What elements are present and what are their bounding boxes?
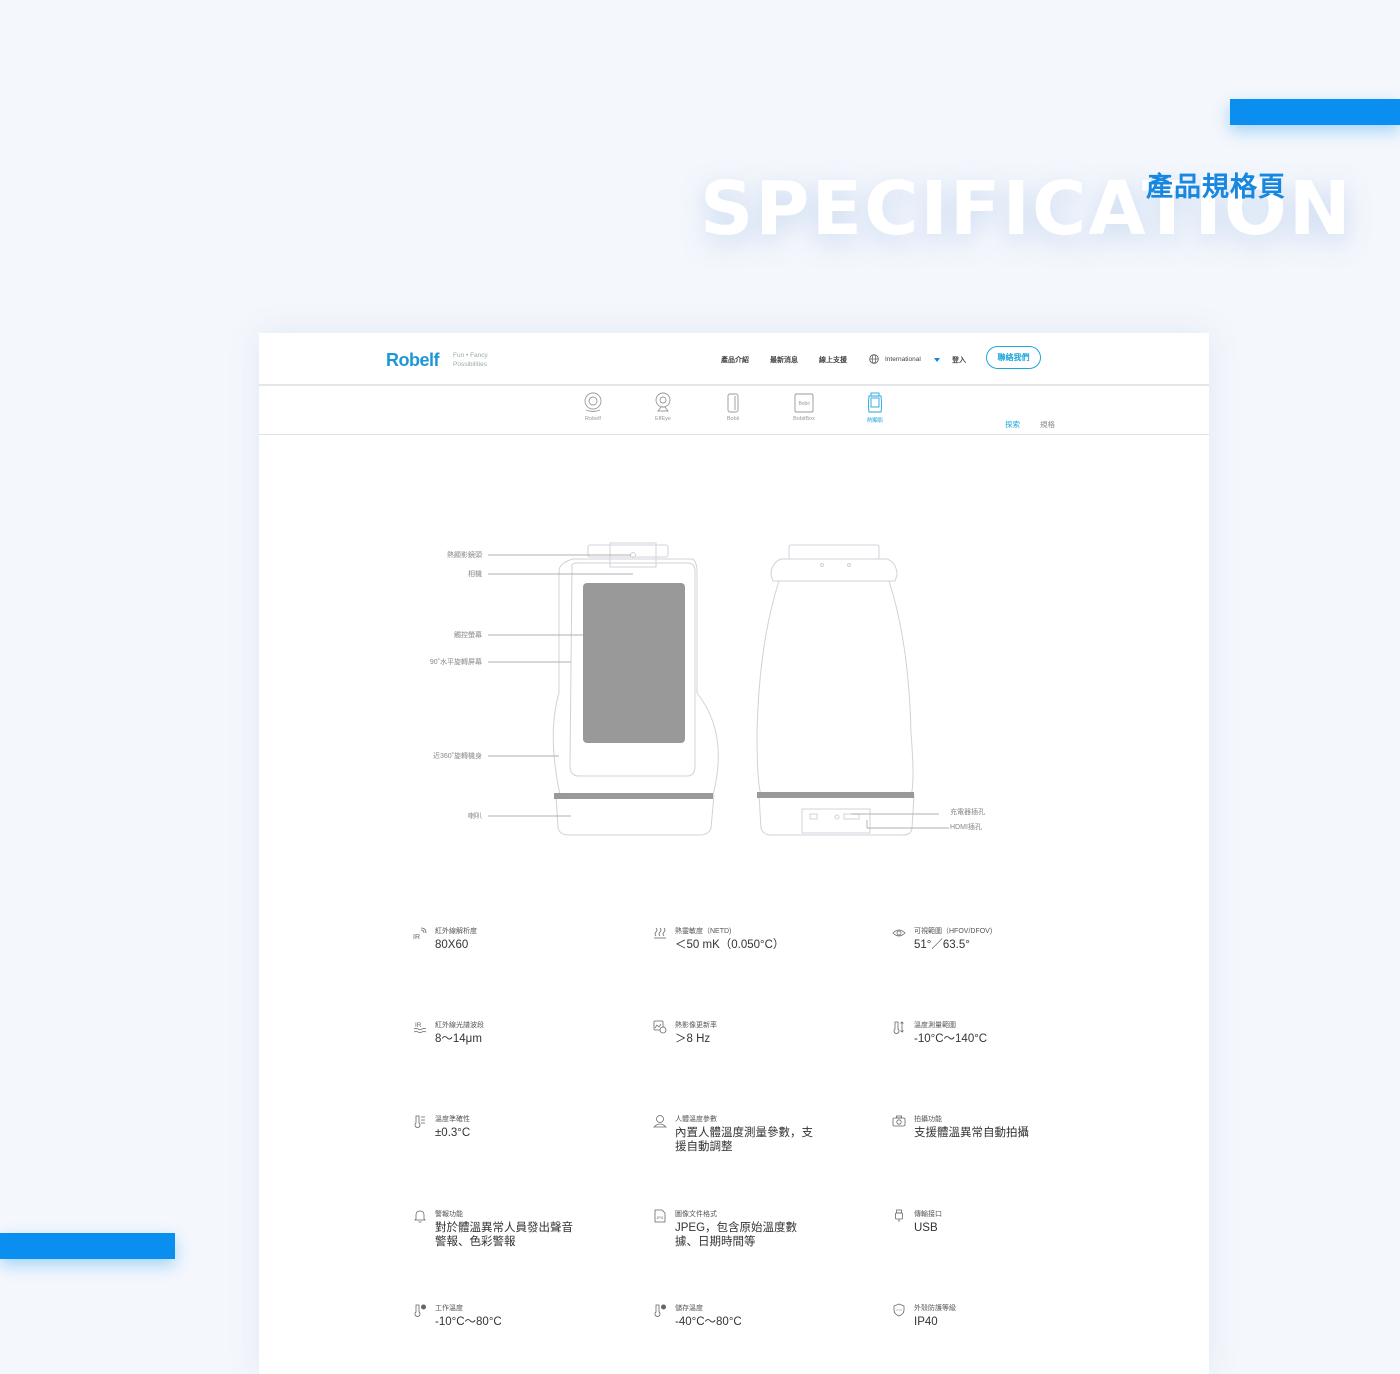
callout-touchscreen: 觸控螢幕: [454, 632, 482, 639]
bell-icon: [414, 1210, 426, 1223]
language-selector[interactable]: International: [885, 356, 921, 363]
body-temperature-icon: [653, 1115, 667, 1128]
heat-sensitivity-icon: [654, 927, 666, 939]
thermometer-work-icon: [414, 1304, 426, 1317]
nav-support[interactable]: 線上支援: [819, 355, 847, 365]
thermometer-range-icon: [893, 1021, 904, 1034]
svg-text:IR: IR: [415, 1022, 422, 1029]
callout-camera: 相機: [468, 571, 482, 578]
product-tab-thermal[interactable]: 熱顯影: [853, 392, 897, 424]
bobii-icon: [727, 393, 739, 413]
tab-spec[interactable]: 規格: [1040, 419, 1055, 430]
product-tab-bobiibox[interactable]: Bobii BobiiBox: [782, 392, 826, 422]
website-mockup: Robelf Fun • Fancy Possibilities 產品介紹 最新…: [259, 333, 1209, 1374]
globe-icon[interactable]: [869, 354, 879, 364]
svg-text:JPG: JPG: [657, 1216, 664, 1220]
top-navigation-bar: Robelf Fun • Fancy Possibilities 產品介紹 最新…: [259, 333, 1209, 386]
eye-icon: [892, 929, 906, 937]
svg-text:Bobii: Bobii: [798, 401, 809, 407]
login-link[interactable]: 登入: [952, 355, 966, 365]
ir-band-icon: IR: [413, 1022, 427, 1033]
callout-rotate-body: 近360˚旋轉機身: [432, 753, 482, 760]
shield-icon: [893, 1303, 905, 1317]
jpeg-file-icon: JPG: [654, 1209, 666, 1223]
robelf-icon: [584, 392, 602, 412]
bobiibox-icon: Bobii: [794, 393, 814, 413]
callout-rotate-screen: 90˚水平旋轉屏幕: [429, 659, 482, 666]
callout-speaker: 喇叭: [468, 813, 482, 820]
chevron-down-icon[interactable]: [934, 358, 940, 362]
product-subnav: Robelf ElfEye Bobii Bobii BobiiBox 熱顯影 探…: [259, 386, 1209, 435]
brand-logo[interactable]: Robelf: [386, 350, 440, 371]
brand-tagline: Fun • Fancy Possibilities: [453, 352, 488, 368]
nav-news[interactable]: 最新消息: [770, 355, 798, 365]
product-tab-elfeye[interactable]: ElfEye: [641, 392, 685, 422]
usb-icon: [895, 1209, 903, 1222]
image-refresh-icon: [653, 1020, 667, 1034]
svg-text:IR: IR: [413, 934, 420, 940]
elfeye-icon: [655, 392, 671, 412]
accent-bar-top: [1230, 99, 1400, 125]
product-tab-robelf[interactable]: Robelf: [571, 392, 615, 422]
product-diagram: 熱顯影鏡頭 相機 觸控螢幕 90˚水平旋轉屏幕 近360˚旋轉機身 喇叭 充電器…: [259, 533, 1209, 843]
callout-thermal-lens: 熱顯影鏡頭: [447, 552, 482, 559]
thermometer-storage-icon: [654, 1304, 666, 1317]
device-line-drawing: [488, 542, 949, 836]
contact-us-button[interactable]: 聯絡我們: [986, 346, 1041, 369]
accent-bar-left: [0, 1233, 175, 1259]
camera-icon: [892, 1115, 906, 1127]
tab-explore[interactable]: 探索: [1005, 419, 1020, 430]
nav-products[interactable]: 產品介紹: [721, 355, 749, 365]
thermometer-accuracy-icon: [414, 1115, 425, 1128]
ir-resolution-icon: IR: [413, 927, 427, 940]
product-tab-bobii[interactable]: Bobii: [711, 392, 755, 422]
thermal-device-icon: [868, 392, 882, 413]
callout-hdmi-port: HDMI插孔: [950, 824, 982, 831]
callout-charger-port: 充電器插孔: [950, 809, 985, 816]
page-title: 產品規格頁: [1146, 172, 1286, 202]
